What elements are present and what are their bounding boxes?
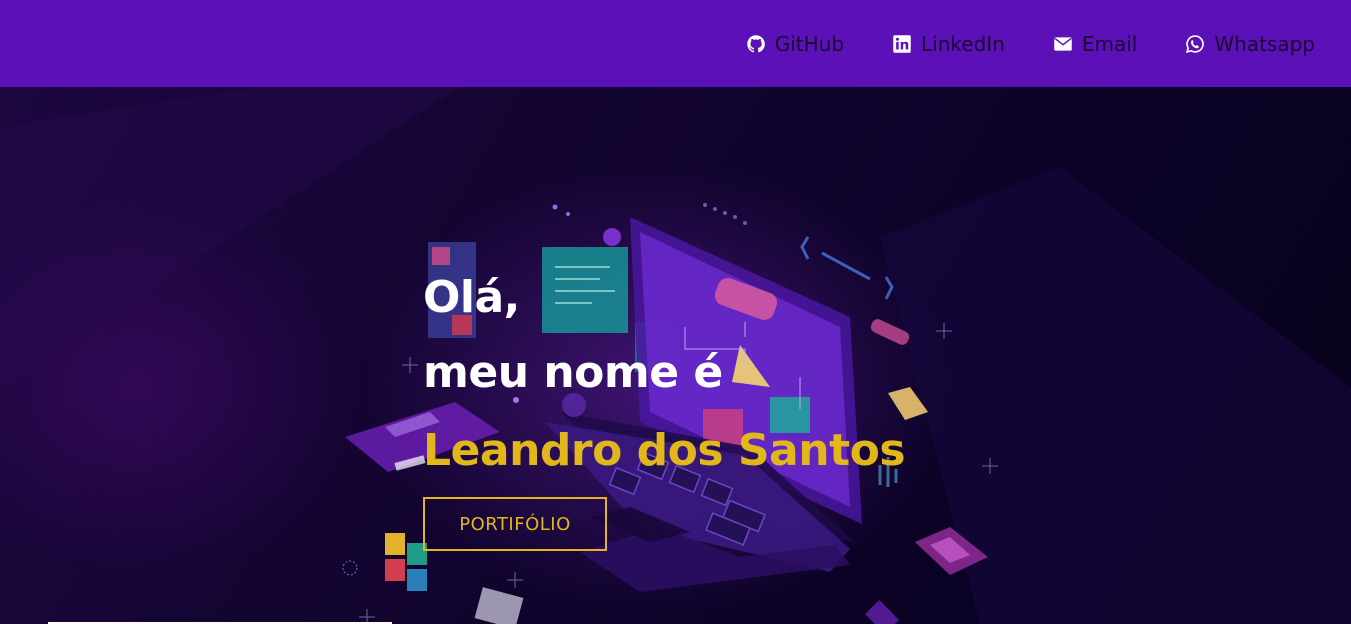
nav-link-label: Email (1081, 31, 1138, 56)
portfolio-button[interactable]: PORTIFÓLIO (423, 497, 607, 551)
owner-name: Leandro dos Santos (423, 425, 906, 476)
github-icon (746, 34, 765, 52)
nav-link-label: LinkedIn (921, 31, 1005, 56)
nav-link-label: GitHub (774, 31, 845, 56)
nav-link-github[interactable]: GitHub (746, 32, 844, 56)
hero-section: Olá, meu nome é Leandro dos Santos PORTI… (0, 87, 1351, 624)
greeting-line: Olá, (423, 272, 520, 323)
intro-line: meu nome é (423, 347, 723, 398)
top-navigation-bar: GitHub LinkedIn Email Whatsapp (0, 0, 1351, 87)
envelope-icon (1054, 36, 1072, 51)
nav-link-linkedin[interactable]: LinkedIn (892, 32, 1005, 56)
nav-link-label: Whatsapp (1214, 31, 1315, 56)
whatsapp-icon (1186, 34, 1205, 53)
hero-heading: Olá, meu nome é Leandro dos Santos (423, 260, 906, 492)
linkedin-icon (893, 34, 911, 53)
nav-link-whatsapp[interactable]: Whatsapp (1185, 32, 1315, 56)
nav-link-email[interactable]: Email (1053, 31, 1138, 56)
